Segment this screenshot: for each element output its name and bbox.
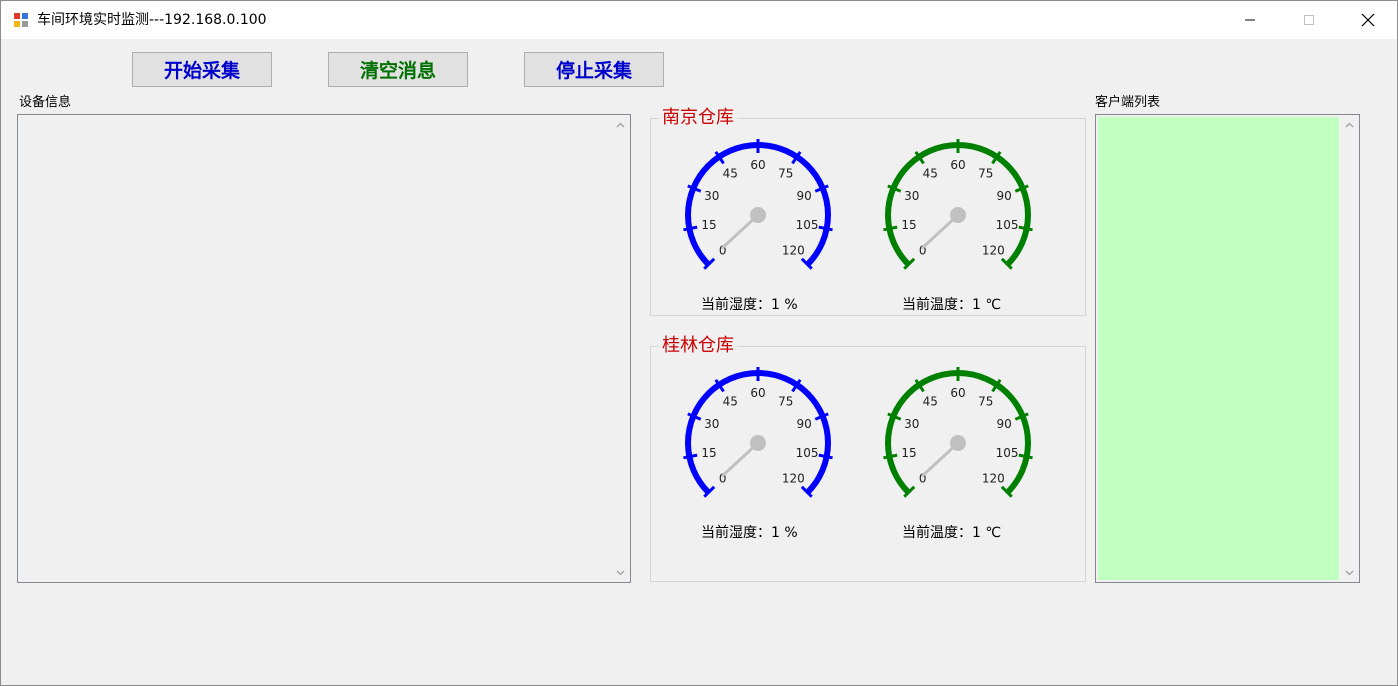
- client-listbox[interactable]: [1095, 114, 1360, 583]
- scroll-down-icon[interactable]: [612, 564, 629, 581]
- scroll-up-icon[interactable]: [612, 116, 629, 133]
- close-button[interactable]: [1339, 1, 1397, 39]
- gauge-tick-label: 90: [797, 417, 812, 431]
- title-bar[interactable]: 车间环境实时监测---192.168.0.100: [1, 1, 1397, 39]
- temperature-gauge-guilin: 0153045607590105120: [883, 367, 1033, 498]
- gauge-tick-label: 45: [923, 166, 938, 180]
- gauge-tick: [818, 225, 833, 232]
- gauge-tick-label: 15: [901, 446, 916, 460]
- gauge-tick-label: 105: [996, 446, 1019, 460]
- temperature-readout-guilin: 当前温度：1 ℃: [902, 525, 1002, 541]
- gauge-hub: [750, 207, 766, 223]
- close-icon: [1361, 13, 1375, 27]
- humidity-gauge-guilin: 0153045607590105120: [683, 367, 833, 498]
- gauge-tick-label: 45: [923, 394, 938, 408]
- maximize-icon: [1304, 15, 1314, 25]
- gauge-tick: [883, 225, 898, 232]
- temperature-readout-nanjing: 当前温度：1 ℃: [902, 297, 1002, 313]
- gauge-tick-label: 30: [704, 417, 719, 431]
- main-window: 车间环境实时监测---192.168.0.100 开始采集 清空消息 停止采集 …: [0, 0, 1398, 686]
- gauge-tick-label: 60: [750, 158, 765, 172]
- clear-messages-button[interactable]: 清空消息: [328, 52, 468, 87]
- gauge-tick-label: 30: [904, 189, 919, 203]
- maximize-button[interactable]: [1280, 1, 1338, 39]
- device-info-scrollbar[interactable]: [612, 116, 629, 581]
- gauge-tick-label: 90: [997, 417, 1012, 431]
- gauge-tick: [683, 453, 698, 460]
- gauge-tick-label: 30: [904, 417, 919, 431]
- humidity-gauge-nanjing: 0153045607590105120: [683, 139, 833, 270]
- device-info-label: 设备信息: [19, 95, 72, 110]
- warehouse-title: 桂林仓库: [659, 335, 737, 357]
- minimize-button[interactable]: [1221, 1, 1279, 39]
- gauge-tick-label: 105: [796, 218, 819, 232]
- gauge-tick-label: 45: [723, 166, 738, 180]
- gauge-tick-label: 105: [996, 218, 1019, 232]
- gauge-tick-label: 120: [782, 471, 805, 485]
- gauge-tick-label: 15: [701, 446, 716, 460]
- minimize-icon: [1245, 19, 1255, 21]
- gauge-tick-label: 60: [750, 386, 765, 400]
- gauge-tick-label: 60: [950, 386, 965, 400]
- gauge-tick-label: 75: [778, 166, 793, 180]
- gauge-tick-label: 30: [704, 189, 719, 203]
- humidity-readout-nanjing: 当前湿度：1 %: [701, 297, 798, 313]
- client-list-label: 客户端列表: [1095, 95, 1161, 110]
- gauge-tick-label: 120: [782, 243, 805, 257]
- client-list-scrollbar[interactable]: [1341, 116, 1358, 581]
- gauge-tick-label: 105: [796, 446, 819, 460]
- stop-collection-button[interactable]: 停止采集: [524, 52, 664, 87]
- gauge-tick: [683, 225, 698, 232]
- gauge-tick-label: 90: [997, 189, 1012, 203]
- gauge-tick-label: 15: [701, 218, 716, 232]
- gauge-hub: [950, 435, 966, 451]
- gauge-tick-label: 75: [778, 394, 793, 408]
- gauge-tick-label: 120: [982, 243, 1005, 257]
- gauge-hub: [750, 435, 766, 451]
- gauge-tick: [1018, 453, 1033, 460]
- humidity-readout-guilin: 当前湿度：1 %: [701, 525, 798, 541]
- gauge-tick-label: 45: [723, 394, 738, 408]
- device-info-listbox[interactable]: [17, 114, 631, 583]
- window-title: 车间环境实时监测---192.168.0.100: [37, 12, 267, 28]
- warehouse-title: 南京仓库: [659, 107, 737, 129]
- gauge-tick-label: 75: [978, 394, 993, 408]
- scroll-down-icon[interactable]: [1341, 564, 1358, 581]
- gauge-tick-label: 60: [950, 158, 965, 172]
- scroll-up-icon[interactable]: [1341, 116, 1358, 133]
- gauge-hub: [950, 207, 966, 223]
- app-icon: [14, 13, 28, 27]
- gauge-tick: [818, 453, 833, 460]
- temperature-gauge-nanjing: 0153045607590105120: [883, 139, 1033, 270]
- gauge-tick-label: 15: [901, 218, 916, 232]
- start-collection-button[interactable]: 开始采集: [132, 52, 272, 87]
- gauge-tick-label: 90: [797, 189, 812, 203]
- client-list-area[interactable]: [1098, 117, 1339, 580]
- gauge-tick: [883, 453, 898, 460]
- gauge-tick: [1018, 225, 1033, 232]
- gauge-tick-label: 75: [978, 166, 993, 180]
- gauge-tick-label: 120: [982, 471, 1005, 485]
